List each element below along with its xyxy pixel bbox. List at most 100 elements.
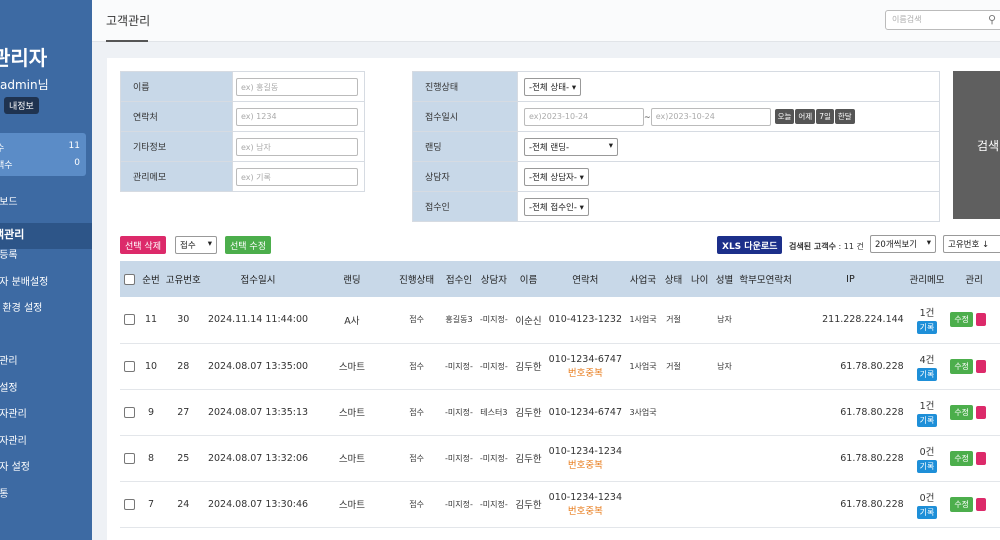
row-checkbox[interactable] bbox=[120, 389, 139, 436]
filter-table-left: 이름 ex) 홍길동 연락처 ex) 1234 기타정보 ex) 남자 관리메모 ex)… bbox=[120, 71, 365, 192]
etc-input[interactable]: ex) 남자 bbox=[236, 137, 358, 156]
my-info-button[interactable]: 내정보 bbox=[4, 97, 39, 114]
delete-icon[interactable] bbox=[976, 313, 987, 327]
cell-counselor: 테스터3 bbox=[475, 389, 512, 436]
cell-landing: 스마트 bbox=[312, 343, 391, 390]
receiver-label: 접수인 bbox=[412, 191, 518, 222]
delete-icon[interactable] bbox=[976, 497, 987, 511]
row-checkbox[interactable] bbox=[120, 435, 139, 482]
sidebar-item-dashboard[interactable]: 시보드 bbox=[0, 196, 92, 223]
memo-record-button[interactable]: 기록 bbox=[916, 505, 938, 519]
today-button[interactable]: 오늘 bbox=[774, 109, 795, 124]
sidebar-item-env[interactable]: 배 환경 설정 bbox=[0, 302, 92, 329]
edit-button[interactable]: 수정 bbox=[950, 450, 974, 466]
edit-button[interactable]: 수정 bbox=[950, 312, 974, 328]
cell-gender bbox=[712, 435, 737, 482]
row-checkbox[interactable] bbox=[120, 343, 139, 390]
status-select[interactable]: -전체 상태- ▾ bbox=[524, 77, 582, 96]
cell-name: 김두한 bbox=[512, 481, 545, 528]
cell-date: 2024.08.07 13:30:46 bbox=[203, 481, 313, 528]
receiver-select[interactable]: -전체 접수인- ▾ bbox=[524, 197, 589, 216]
cell-status: 접수 bbox=[390, 435, 443, 482]
sidebar-item-trash[interactable]: 지통 bbox=[0, 488, 92, 515]
date-from-input[interactable]: ex)2023-10-24 bbox=[524, 107, 644, 126]
search-input[interactable]: 이름검색 ⚲ bbox=[885, 10, 1000, 30]
table-row[interactable]: 8 25 2024.08.07 13:32:06 스마트 접수 -미지정- -미지정- 김두한… bbox=[120, 435, 1000, 482]
edit-button[interactable]: 수정 bbox=[950, 496, 974, 512]
cell-no: 8 bbox=[138, 435, 164, 482]
search-button[interactable]: 검색 bbox=[953, 71, 1000, 219]
cell-id: 25 bbox=[163, 435, 204, 482]
cell-memo: 0건 기록 bbox=[905, 435, 949, 482]
result-count: 검색된 고객수 : 11 건 bbox=[789, 242, 864, 251]
row-checkbox[interactable] bbox=[120, 481, 139, 528]
stat-row: 수 11 bbox=[0, 141, 80, 154]
tab-customers[interactable]: 고객관리 bbox=[106, 12, 150, 29]
cell-state bbox=[660, 481, 687, 528]
main-panel: 이름 ex) 홍길동 연락처 ex) 1234 기타정보 ex) 남자 관리메모 ex)… bbox=[107, 58, 1000, 540]
memo-record-button[interactable]: 기록 bbox=[916, 321, 938, 335]
name-input[interactable]: ex) 홍길동 bbox=[236, 77, 358, 96]
sidebar-item-register[interactable]: 객등록 bbox=[0, 249, 92, 276]
week-button[interactable]: 7일 bbox=[816, 109, 834, 124]
row-checkbox[interactable] bbox=[120, 297, 139, 344]
cell-manage: 수정 bbox=[948, 435, 1000, 482]
search-icon[interactable]: ⚲ bbox=[988, 13, 996, 26]
month-button[interactable]: 한달 bbox=[834, 109, 855, 124]
sidebar-title: 관리자 bbox=[0, 46, 48, 70]
sidebar-item-counselors[interactable]: 담자관리 bbox=[0, 408, 92, 435]
counselor-select[interactable]: -전체 상담자- ▾ bbox=[524, 167, 589, 186]
cell-date: 2024.08.07 13:35:00 bbox=[203, 343, 313, 390]
table-row[interactable]: 10 28 2024.08.07 13:35:00 스마트 접수 -미지정- -미지정- 김두… bbox=[120, 343, 1000, 390]
edit-selected-button[interactable]: 선택 수정 bbox=[225, 236, 271, 254]
edit-button[interactable]: 수정 bbox=[950, 404, 974, 420]
cell-name: 김두한 bbox=[512, 435, 545, 482]
contact-input[interactable]: ex) 1234 bbox=[236, 107, 358, 126]
yesterday-button[interactable]: 어제 bbox=[795, 109, 816, 124]
bulk-status-select[interactable]: 접수 ▾ bbox=[175, 236, 217, 254]
cell-ip: 61.78.80.228 bbox=[795, 343, 906, 390]
delete-icon[interactable] bbox=[976, 405, 987, 419]
delete-icon[interactable] bbox=[976, 451, 987, 465]
sidebar-item-landing[interactable]: 딩관리 bbox=[0, 355, 92, 382]
cell-id: 28 bbox=[163, 343, 204, 390]
cell-age bbox=[686, 435, 713, 482]
chevron-down-icon: ▾ bbox=[579, 202, 584, 213]
cell-phone: 010-1234-6747 번호중복 bbox=[544, 343, 626, 390]
sidebar-item-admin[interactable]: 리자 설정 bbox=[0, 461, 92, 488]
delete-selected-button[interactable]: 선택 삭제 bbox=[120, 236, 166, 254]
cell-manage: 수정 bbox=[948, 297, 1000, 344]
cell-counselor: -미지정- bbox=[475, 343, 512, 390]
landing-select[interactable]: -전체 랜딩- ▾ bbox=[524, 137, 618, 156]
memo-label: 관리메모 bbox=[120, 161, 233, 192]
sidebar-item-distribution[interactable]: 담자 분배설정 bbox=[0, 276, 92, 303]
stat-row: 객수 0 bbox=[0, 158, 80, 171]
memo-record-button[interactable]: 기록 bbox=[916, 367, 938, 381]
filter-table-right: 진행상태 -전체 상태- ▾ 접수일시 ex)2023-10-24 ~ ex)2023… bbox=[412, 71, 940, 222]
delete-icon[interactable] bbox=[976, 359, 987, 373]
table-row[interactable]: 11 30 2024.11.14 11:44:00 A사 접수 홍길동3 -미지정- 이순신 0… bbox=[120, 297, 1000, 344]
table-row[interactable]: 9 27 2024.08.07 13:35:13 스마트 접수 -미지정- 테스터3 김두한 0… bbox=[120, 389, 1000, 436]
memo-input[interactable]: ex) 기록 bbox=[236, 167, 358, 186]
counselor-label: 상담자 bbox=[412, 161, 518, 192]
sidebar-item-receivers[interactable]: 수자관리 bbox=[0, 435, 92, 462]
date-to-input[interactable]: ex)2023-10-24 bbox=[650, 107, 771, 126]
table-row[interactable]: 7 24 2024.08.07 13:30:46 스마트 접수 -미지정- -미지정- 김두한… bbox=[120, 481, 1000, 528]
cell-manage: 수정 bbox=[948, 481, 1000, 528]
cell-memo: 4건 기록 bbox=[905, 343, 949, 390]
select-all-checkbox[interactable] bbox=[120, 261, 139, 297]
memo-record-button[interactable]: 기록 bbox=[916, 459, 938, 473]
sidebar-item-fields[interactable]: 목설정 bbox=[0, 382, 92, 409]
sort-select[interactable]: 고유번호 ↓ bbox=[943, 235, 1000, 253]
cell-phone: 010-1234-1234 번호중복 bbox=[544, 435, 626, 482]
sidebar-item-customers[interactable]: 객관리 bbox=[0, 222, 92, 249]
cell-bureau bbox=[625, 481, 661, 528]
edit-button[interactable]: 수정 bbox=[950, 358, 974, 374]
xls-download-button[interactable]: XLS 다운로드 bbox=[717, 236, 783, 254]
per-page-select[interactable]: 20개씩보기 ▾ bbox=[870, 235, 936, 253]
chevron-down-icon: ▾ bbox=[579, 172, 584, 183]
action-row: 선택 삭제 접수 ▾ 선택 수정 XLS 다운로드 검색된 고객수 : 11 건… bbox=[120, 235, 1000, 256]
memo-record-button[interactable]: 기록 bbox=[916, 413, 938, 427]
cell-gender bbox=[712, 389, 737, 436]
sidebar-item-stats[interactable]: 계 bbox=[0, 329, 92, 356]
